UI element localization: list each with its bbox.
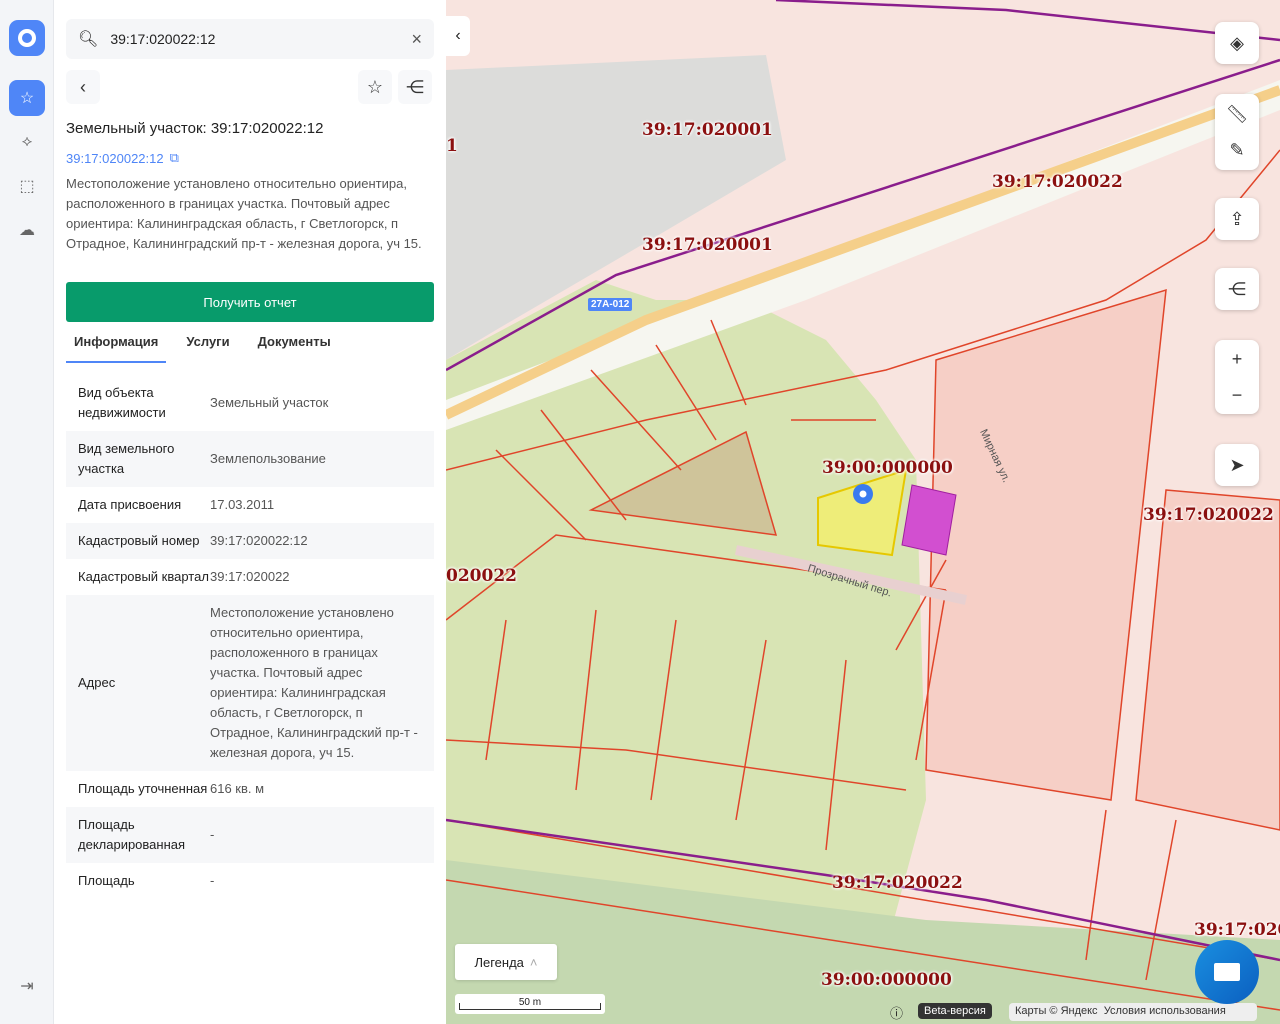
map[interactable]: 39:17:020001 39:17:020001 39:17:020022 3…: [446, 0, 1280, 1024]
selection-icon[interactable]: ⬚: [9, 168, 45, 204]
quarter-label: 1: [446, 136, 458, 156]
table-row: Вид земельного участка Землепользование: [66, 431, 434, 487]
info-panel: 🔍︎ 39:17:020022:12 × ‹ ☆ ⋲ Земельный уча…: [54, 0, 446, 1024]
draw-tools: 📏︎ ✎: [1215, 94, 1259, 170]
tabs: Информация Услуги Документы: [66, 334, 351, 363]
upload-icon: ⇪: [1229, 208, 1245, 229]
row-value: Землепользование: [210, 451, 326, 466]
map-share-button[interactable]: ⋲: [1215, 268, 1259, 310]
search-input[interactable]: 39:17:020022:12: [110, 31, 411, 47]
row-value: 39:17:020022: [210, 569, 290, 584]
favorite-button[interactable]: ☆: [358, 70, 392, 104]
app-logo[interactable]: [9, 20, 45, 56]
copy-icon[interactable]: ⧉: [170, 150, 179, 166]
row-value: Местоположение установлено относительно …: [210, 605, 418, 760]
left-rail: ☆ ⟡ ⬚ ☁ ⇥: [0, 0, 54, 1024]
quarter-label: 39:00:000000: [822, 458, 953, 478]
row-key: Площадь уточненная: [78, 781, 208, 796]
attribution-text: Карты © Яндекс: [1015, 1005, 1098, 1017]
scale-bar: 50 m: [455, 994, 605, 1014]
quarter-label: 39:17:020001: [642, 235, 773, 255]
navigation-icon: ➤: [1229, 454, 1245, 475]
row-key: Дата присвоения: [78, 497, 182, 512]
quarter-label: 39:00:000000: [821, 970, 952, 990]
table-row: Адрес Местоположение установлено относите…: [66, 595, 434, 771]
row-key: Адрес: [78, 675, 116, 690]
pink-block-2: [1135, 489, 1280, 831]
row-key: Площадь: [78, 873, 135, 888]
legend-label: Легенда: [474, 954, 524, 970]
zoom-in-icon[interactable]: +: [1215, 341, 1259, 377]
row-value: 616 кв. м: [210, 781, 265, 796]
tab-documents[interactable]: Документы: [250, 334, 339, 363]
layers-icon: ◈: [1230, 32, 1244, 53]
back-button[interactable]: ‹: [66, 70, 100, 104]
terms-link[interactable]: Условия использования: [1104, 1005, 1226, 1017]
row-key: Вид земельного участка: [78, 441, 175, 476]
table-row: Кадастровый квартал 39:17:020022: [66, 559, 434, 595]
legend-button[interactable]: Легенда ˄: [455, 944, 557, 980]
ruler-icon[interactable]: 📏︎: [1215, 96, 1259, 132]
table-row: Площадь уточненная 616 кв. м: [66, 771, 434, 807]
collapse-panel-button[interactable]: ‹: [446, 16, 470, 56]
row-key: Площадь декларированная: [78, 817, 186, 852]
zoom-controls: + −: [1215, 340, 1259, 414]
tab-info[interactable]: Информация: [66, 334, 167, 363]
info-icon[interactable]: ⓘ: [890, 1003, 903, 1022]
mail-button[interactable]: [1195, 940, 1259, 1004]
building: [901, 484, 957, 556]
geolocate-button[interactable]: ➤: [1215, 444, 1259, 486]
row-value: -: [210, 873, 215, 888]
quarter-label: 39:17:020022: [832, 873, 963, 893]
zoom-out-icon[interactable]: −: [1215, 377, 1259, 413]
row-value: -: [210, 827, 215, 842]
attribution: Карты © Яндекс Условия использования: [1009, 1003, 1257, 1021]
table-row: Площадь декларированная -: [66, 807, 434, 863]
share-icon: ⋲: [1228, 278, 1246, 299]
favorites-icon[interactable]: ☆: [9, 80, 45, 116]
login-icon[interactable]: ⇥: [9, 968, 45, 1004]
layers-button[interactable]: ◈: [1215, 22, 1259, 64]
description: Местоположение установлено относительно …: [66, 176, 422, 251]
quarter-label: 39:17:020022: [992, 172, 1123, 192]
quarter-label: 39:17:020001: [642, 120, 773, 140]
beta-badge: Beta-версия: [918, 1003, 992, 1019]
quarter-label: 39:17:020: [1194, 920, 1280, 940]
page-title: Земельный участок: 39:17:020022:12: [66, 120, 324, 137]
location-pin-icon[interactable]: [853, 484, 873, 504]
info-table: Вид объекта недвижимости Земельный участо…: [66, 375, 434, 899]
row-key: Кадастровый квартал: [78, 569, 209, 584]
row-value: Земельный участок: [210, 395, 329, 410]
search-box[interactable]: 🔍︎ 39:17:020022:12 ×: [66, 19, 434, 59]
upload-button[interactable]: ⇪: [1215, 198, 1259, 240]
table-row: Площадь -: [66, 863, 434, 899]
table-row: Вид объекта недвижимости Земельный участо…: [66, 375, 434, 431]
row-value: 39:17:020022:12: [210, 533, 308, 548]
table-row: Дата присвоения 17.03.2011: [66, 487, 434, 523]
quarter-label: 39:17:020022: [1143, 505, 1274, 525]
cloud-icon[interactable]: ☁: [9, 212, 45, 248]
cadastral-link[interactable]: 39:17:020022:12: [66, 151, 164, 166]
tab-services[interactable]: Услуги: [178, 334, 237, 363]
row-value: 17.03.2011: [210, 497, 275, 512]
road-badge: 27А-012: [588, 298, 633, 311]
search-icon: 🔍︎: [78, 31, 99, 48]
cadastral-link-row[interactable]: 39:17:020022:12 ⧉: [66, 150, 179, 166]
table-row: Кадастровый номер 39:17:020022:12: [66, 523, 434, 559]
get-report-button[interactable]: Получить отчет: [66, 282, 434, 322]
row-key: Вид объекта недвижимости: [78, 385, 166, 420]
share-button[interactable]: ⋲: [398, 70, 432, 104]
quarter-label: 020022: [446, 566, 517, 586]
clear-icon[interactable]: ×: [411, 29, 422, 50]
chevron-up-icon: ˄: [529, 954, 538, 970]
pink-block: [925, 288, 1167, 801]
mail-icon: [1214, 963, 1240, 981]
row-key: Кадастровый номер: [78, 533, 200, 548]
edit-icon[interactable]: ✎: [1215, 132, 1259, 168]
polygon-tool-icon[interactable]: ⟡: [9, 124, 45, 160]
